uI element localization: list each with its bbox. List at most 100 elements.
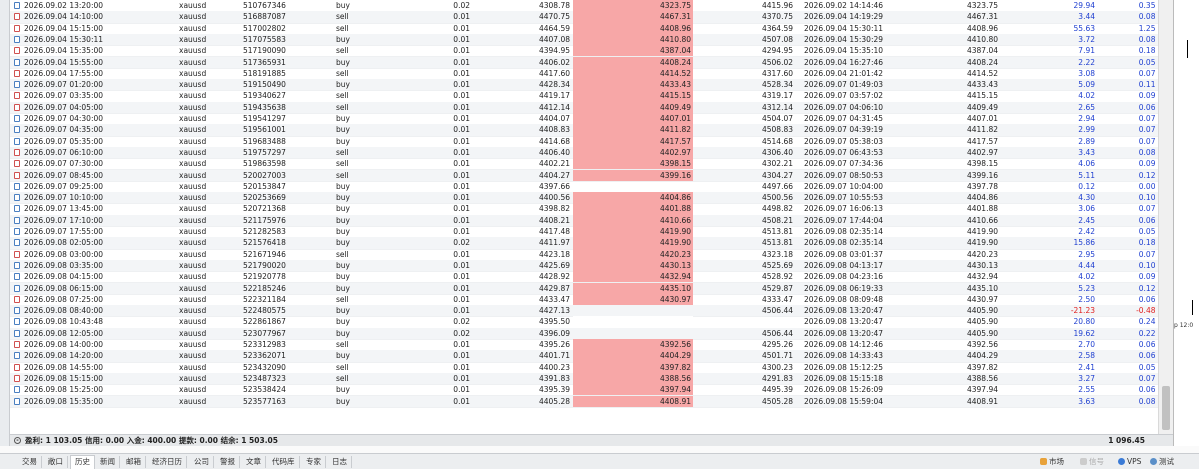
cell-time: 2026.09.07 17:10:00 [24,215,104,225]
cell-pct: 0.05 % [1138,227,1165,236]
market-button[interactable]: 市场 [1040,456,1064,468]
cell-symbol: xauusd [179,114,207,123]
test-button[interactable]: 测试 [1150,456,1174,468]
cell-time: 2026.09.08 02:05:00 [24,238,104,248]
cell-sl: 4402.97 [573,146,693,159]
chart-bar [1192,300,1193,315]
cell-ticket: 521175976 [243,215,286,225]
cell-tp: 4504.07 [761,114,793,123]
cell-profit: 2.95 [1078,249,1095,259]
buy-deal-icon [14,386,20,394]
cell-ticket: 519150490 [243,80,286,90]
tab-0[interactable]: 交易 [18,456,42,468]
cell-ticket: 520027003 [243,170,286,180]
table-row[interactable]: 2026.09.08 15:35:00 xauusd 523577163 buy 0.0… [10,395,1173,408]
cell-price: 4464.59 [538,23,570,33]
cell-symbol: xauusd [179,57,207,67]
cell-symbol: xauusd [179,80,207,90]
cell-tp [693,316,793,327]
cell-volume: 0.02 [453,238,470,248]
deal-icon [14,328,22,339]
cell-tp: 4497.66 [761,181,793,191]
deal-icon [14,34,22,45]
tab-5[interactable]: 经济日历 [148,456,187,468]
market-icon [1040,458,1047,465]
cell-volume: 0.01 [453,204,470,214]
panel-gap [0,446,1199,453]
cell-volume: 0.01 [453,12,470,22]
cell-pct: 0.06 % [1138,102,1165,112]
cell-pct: 0.06 % [1138,385,1165,395]
cell-symbol: xauusd [179,272,207,282]
cell-sl: 4408.24 [573,56,693,68]
cell-symbol: xauusd [179,193,207,203]
cell-profit: 2.55 [1078,385,1095,395]
buy-deal-icon [14,318,20,326]
cell-sl [573,316,693,328]
scrollbar-thumb[interactable] [1162,386,1170,430]
cell-volume: 0.01 [453,249,470,259]
cell-tp: 4514.68 [761,136,793,146]
cell-cprice: 4405.90 [966,317,998,327]
cell-volume: 0.01 [453,102,470,112]
tab-11[interactable]: 日志 [328,456,352,468]
tab-10[interactable]: 专家 [302,456,326,468]
cell-pct: 0.07 % [1138,249,1165,259]
vps-button[interactable]: VPS [1118,456,1141,468]
sell-deal-icon [14,47,20,55]
deal-icon [14,237,22,248]
tab-7[interactable]: 警报 [216,456,240,468]
vertical-scrollbar[interactable] [1158,0,1173,434]
tab-3[interactable]: 新闻 [96,456,120,468]
cell-price: 4423.18 [538,249,570,259]
cell-sl [573,181,693,192]
tab-8[interactable]: 文章 [242,456,266,468]
sell-deal-icon [14,363,20,371]
cell-sl: 4404.86 [573,192,693,204]
deal-icon [14,124,22,135]
cell-sl: 4404.29 [573,350,693,362]
cell-ticket: 521790020 [243,260,286,270]
cell-time: 2026.09.08 14:00:00 [24,340,104,349]
tab-6[interactable]: 公司 [190,456,214,468]
cell-time: 2026.09.07 04:30:00 [24,114,104,123]
cell-pct: 0.06 % [1138,215,1165,225]
sell-deal-icon [14,160,20,168]
cell-volume: 0.01 [453,46,470,56]
cell-sl: 4410.66 [573,214,693,226]
deal-icon [14,271,22,282]
tab-9[interactable]: 代码库 [268,456,300,468]
buy-deal-icon [14,137,20,145]
cell-type: sell [336,294,349,304]
chart-time-label: p 12:0 [1174,322,1194,329]
cell-price: 4417.48 [538,227,570,236]
cell-volume: 0.01 [453,385,470,395]
deal-icon [14,11,22,22]
toolbox-tabbar: 市场 信号 VPS 测试 交易 敞口 历史 新闻 邮箱 经济日历 公司 警报 文章 代码库 专家 日志 [0,453,1199,469]
cell-symbol: xauusd [179,147,207,157]
cell-cprice: 4419.90 [966,238,998,248]
buy-deal-icon [14,115,20,122]
cell-tp: 4506.44 [761,306,793,316]
tab-2[interactable]: 历史 [70,455,95,469]
tab-4[interactable]: 邮箱 [122,456,146,468]
tab-1[interactable]: 敞口 [44,456,68,468]
buy-deal-icon [14,182,20,190]
cell-cprice: 4404.86 [966,193,998,203]
cell-sl: 4435.10 [573,282,693,294]
cell-symbol: xauusd [179,385,207,395]
cell-tp: 4415.96 [761,1,793,10]
cell-sl: 4430.13 [573,259,693,272]
cell-volume: 0.01 [453,147,470,157]
deal-icon [14,294,22,305]
collapse-icon[interactable]: - [14,437,21,444]
deal-icon [14,23,22,34]
cell-profit: 2.22 [1078,57,1095,67]
signal-button[interactable]: 信号 [1080,456,1104,468]
deal-icon [14,0,22,11]
cell-cprice: 4387.04 [966,46,998,56]
cell-ticket: 520253669 [243,193,286,203]
cell-pct: -0.48 % [1136,306,1165,316]
cell-time: 2026.09.07 17:55:00 [24,227,104,236]
cell-pct: 0.05 % [1138,57,1165,67]
